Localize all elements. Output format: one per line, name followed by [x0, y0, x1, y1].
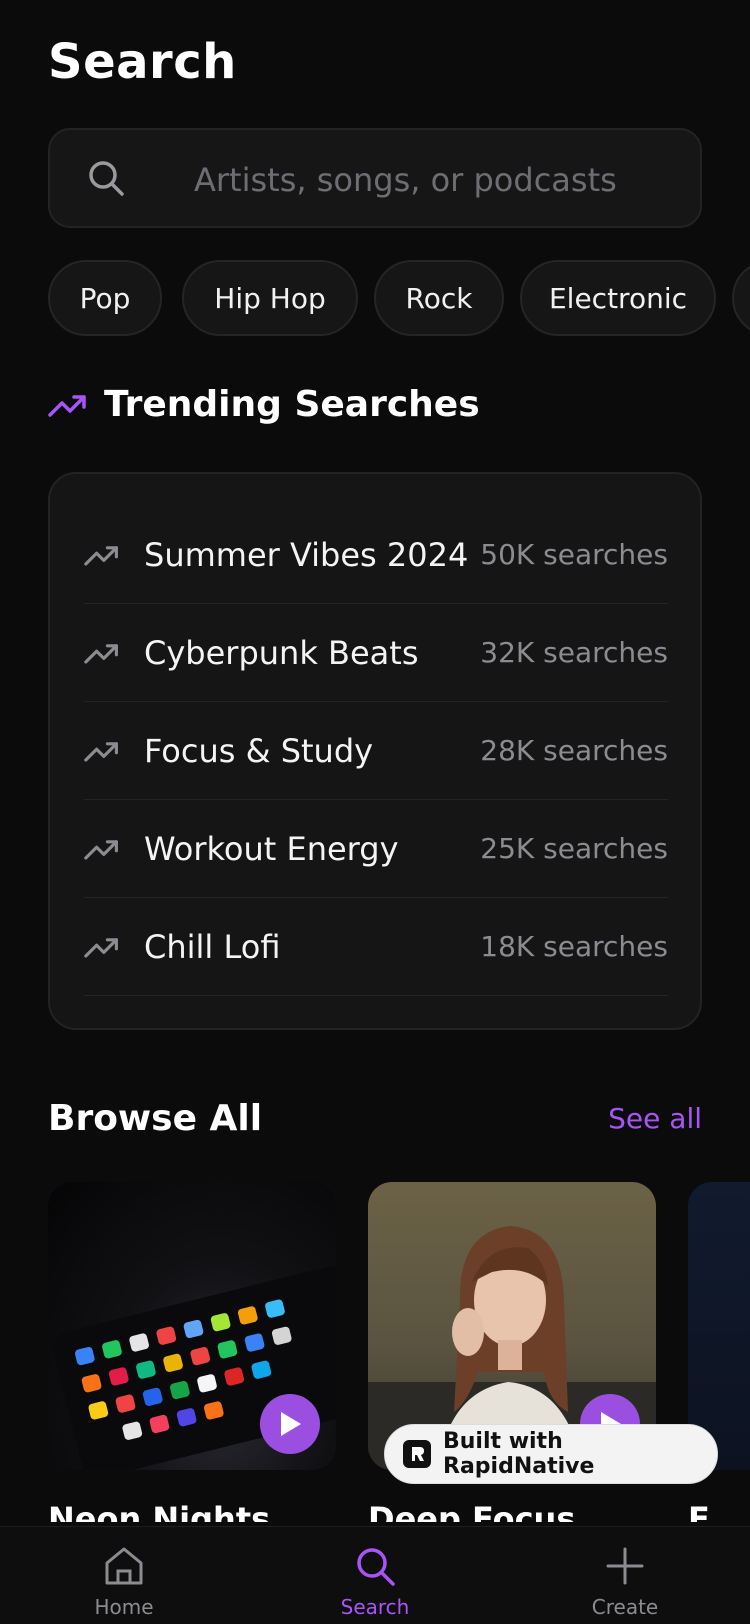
- search-icon: [357, 1548, 395, 1586]
- genre-chip-electronic[interactable]: Electronic: [520, 260, 716, 336]
- badge-label: Built with RapidNative: [443, 1429, 595, 1479]
- trending-item-count: 32K searches: [480, 636, 668, 669]
- card-title: F: [688, 1500, 710, 1522]
- browse-title: Browse All: [48, 1098, 263, 1139]
- plus-icon: [606, 1547, 644, 1585]
- see-all-link[interactable]: See all: [608, 1102, 702, 1135]
- card-title: Neon Nights: [48, 1500, 271, 1522]
- tab-search-label: Search: [340, 1595, 410, 1619]
- search-bar[interactable]: [48, 128, 702, 228]
- browse-card[interactable]: Neon Nights: [48, 1182, 336, 1522]
- trending-item-count: 18K searches: [480, 930, 668, 963]
- trending-item-name: Cyberpunk Beats: [144, 633, 419, 672]
- trending-item-name: Workout Energy: [144, 829, 399, 868]
- tab-home-label: Home: [94, 1595, 154, 1619]
- trending-item-name: Chill Lofi: [144, 927, 281, 966]
- tab-create[interactable]: Create: [545, 1527, 705, 1624]
- tab-search[interactable]: Search: [295, 1527, 455, 1624]
- play-button[interactable]: [260, 1394, 320, 1454]
- trending-item[interactable]: Cyberpunk Beats 32K searches: [84, 604, 668, 702]
- page-title: Search: [48, 34, 237, 90]
- tab-create-label: Create: [591, 1595, 659, 1619]
- trending-up-icon: [84, 839, 118, 860]
- genre-chip-rock[interactable]: Rock: [374, 260, 504, 336]
- bottom-tab-bar: Home Search Create: [0, 1526, 750, 1624]
- built-with-badge[interactable]: Built with RapidNative: [384, 1424, 718, 1484]
- trending-item[interactable]: Workout Energy 25K searches: [84, 800, 668, 898]
- home-icon: [105, 1547, 143, 1585]
- card-title: Deep Focus: [368, 1500, 576, 1522]
- trending-item-name: Focus & Study: [144, 731, 374, 770]
- trending-header: Trending Searches: [48, 384, 480, 425]
- rapidnative-logo-icon: [403, 1440, 431, 1468]
- tab-home[interactable]: Home: [44, 1527, 204, 1624]
- search-icon: [89, 161, 124, 196]
- trending-up-icon: [84, 937, 118, 958]
- browse-header: Browse All See all: [48, 1098, 702, 1139]
- trending-item-count: 50K searches: [480, 538, 668, 571]
- trending-up-icon: [48, 394, 86, 417]
- trending-item-count: 25K searches: [480, 832, 668, 865]
- search-screen: Search Pop Hip Hop Rock Electronic Trend…: [0, 0, 750, 1624]
- trending-up-icon: [84, 741, 118, 762]
- genre-chip-pop[interactable]: Pop: [48, 260, 162, 336]
- search-input[interactable]: [194, 152, 674, 208]
- trending-list: Summer Vibes 2024 50K searches Cyberpunk…: [48, 472, 702, 1030]
- genre-chips: Pop Hip Hop Rock Electronic: [48, 260, 750, 336]
- genre-chip-more[interactable]: [732, 260, 750, 336]
- trending-title: Trending Searches: [104, 384, 480, 425]
- genre-chip-hip-hop[interactable]: Hip Hop: [182, 260, 358, 336]
- trending-item[interactable]: Focus & Study 28K searches: [84, 702, 668, 800]
- trending-item-count: 28K searches: [480, 734, 668, 767]
- trending-up-icon: [84, 643, 118, 664]
- trending-up-icon: [84, 545, 118, 566]
- trending-item[interactable]: Summer Vibes 2024 50K searches: [84, 506, 668, 604]
- trending-item[interactable]: Chill Lofi 18K searches: [84, 898, 668, 996]
- card-artwork: [48, 1182, 336, 1470]
- play-icon: [281, 1412, 301, 1436]
- trending-item-name: Summer Vibes 2024: [144, 535, 469, 574]
